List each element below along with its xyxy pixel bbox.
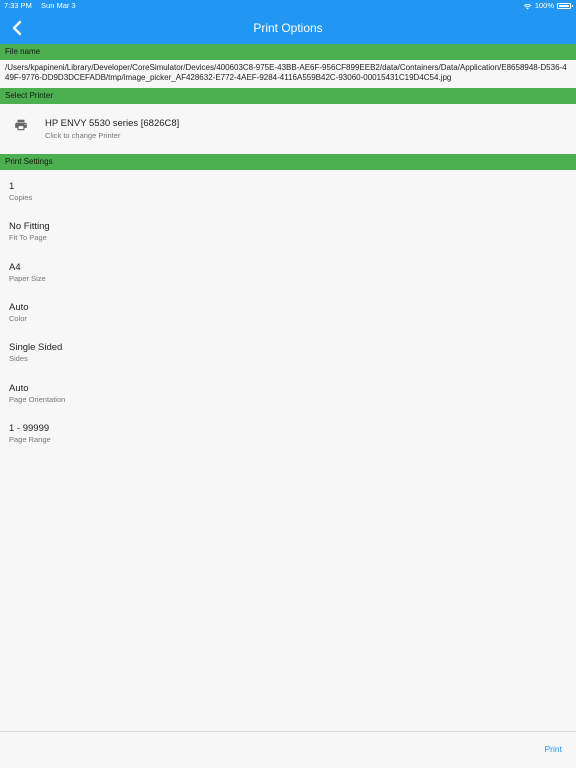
printer-icon — [15, 119, 27, 131]
setting-copies[interactable]: 1 Copies — [9, 181, 309, 203]
setting-value: No Fitting — [9, 221, 50, 232]
status-time: 7:33 PM — [4, 1, 32, 10]
setting-value: A4 — [9, 262, 21, 273]
wifi-icon — [523, 3, 532, 10]
setting-label: Copies — [9, 193, 33, 202]
setting-value: Single Sided — [9, 342, 63, 353]
file-name-header: File name — [0, 44, 576, 60]
setting-page-orientation[interactable]: Auto Page Orientation — [9, 383, 309, 405]
setting-label: Page Orientation — [9, 395, 66, 404]
setting-label: Fit To Page — [9, 233, 47, 242]
printer-selector[interactable]: HP ENVY 5530 series [6826C8] Click to ch… — [0, 105, 576, 153]
setting-fit-to-page[interactable]: No Fitting Fit To Page — [9, 221, 309, 243]
battery-icon — [557, 3, 573, 9]
setting-value: 1 — [9, 181, 15, 192]
setting-color[interactable]: Auto Color — [9, 302, 309, 324]
page-title: Print Options — [253, 21, 323, 35]
change-printer-hint: Click to change Printer — [45, 131, 121, 140]
setting-label: Color — [9, 314, 27, 323]
setting-label: Sides — [9, 354, 28, 363]
setting-paper-size[interactable]: A4 Paper Size — [9, 262, 309, 284]
setting-label: Page Range — [9, 435, 51, 444]
print-settings-header: Print Settings — [0, 154, 576, 170]
setting-label: Paper Size — [9, 274, 46, 283]
setting-page-range[interactable]: 1 - 99999 Page Range — [9, 423, 309, 445]
select-printer-header: Select Printer — [0, 88, 576, 104]
setting-value: 1 - 99999 — [9, 423, 50, 434]
setting-value: Auto — [9, 383, 29, 394]
status-date: Sun Mar 3 — [41, 1, 76, 10]
print-button[interactable]: Print — [545, 744, 562, 754]
bottom-bar: Print — [0, 731, 576, 768]
battery-percentage: 100% — [534, 1, 554, 10]
status-bar: 7:33 PM Sun Mar 3 100% — [0, 0, 576, 12]
file-path: /Users/kpapineni/Library/Developer/CoreS… — [5, 63, 567, 82]
setting-value: Auto — [9, 302, 29, 313]
setting-sides[interactable]: Single Sided Sides — [9, 342, 309, 364]
printer-name: HP ENVY 5530 series [6826C8] — [45, 118, 180, 129]
app-bar: Print Options — [0, 12, 576, 44]
